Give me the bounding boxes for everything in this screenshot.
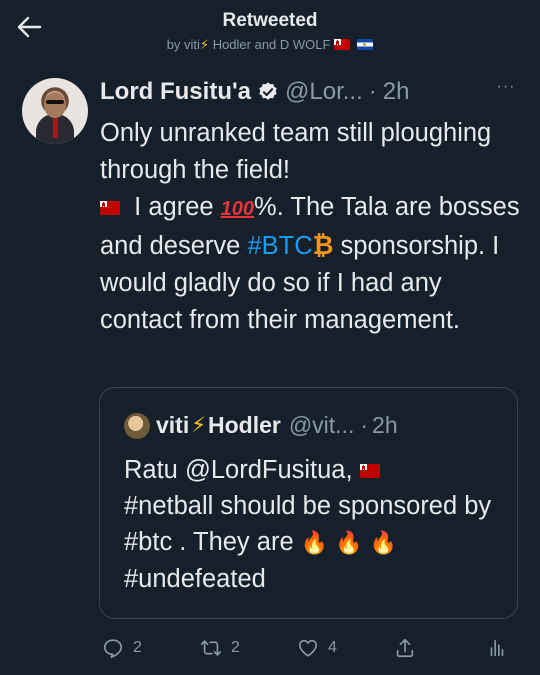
tweet-text-agree: I agree — [134, 193, 214, 221]
like-count: 4 — [328, 639, 337, 656]
retweet-button[interactable]: 2 — [200, 636, 240, 660]
analytics-button[interactable] — [486, 636, 508, 660]
avatar-glasses-shape — [46, 100, 64, 104]
analytics-icon — [490, 639, 504, 657]
heart-icon — [298, 639, 318, 657]
tweet-text-line-1: Only unranked team still ploughing throu… — [100, 119, 492, 184]
lightning-icon: ⚡ — [191, 414, 206, 437]
avatar-tie-shape — [53, 118, 58, 138]
quoted-author-avatar[interactable] — [124, 412, 150, 439]
author-row: Lord Fusitu'a @Lor... · 2h — [100, 76, 520, 108]
top-bar: Retweeted by viti⚡ Hodler and D WOLF — [0, 0, 540, 62]
retweet-icon — [200, 640, 222, 656]
hashtag-undefeated[interactable]: #undefeated — [124, 565, 266, 593]
quoted-tweet[interactable]: viti ⚡ Hodler @vit... · 2h Ratu @LordFus… — [99, 387, 518, 619]
fire-icon: 🔥 — [335, 530, 363, 555]
quoted-author-name[interactable]: viti — [156, 412, 189, 439]
author-avatar[interactable] — [22, 78, 88, 144]
quoted-text-line-1: Ratu @LordFusitua, — [124, 456, 353, 484]
verified-badge-icon — [259, 82, 277, 100]
retweeted-by-prefix: by viti — [166, 37, 200, 52]
reply-button[interactable]: 2 — [102, 636, 142, 660]
tonga-flag-icon — [100, 201, 120, 215]
time-separator: · — [368, 78, 377, 105]
retweeted-by-line[interactable]: by viti⚡ Hodler and D WOLF — [0, 37, 540, 53]
fire-icon: 🔥 — [300, 530, 329, 555]
retweet-count: 2 — [231, 639, 240, 656]
like-button[interactable]: 4 — [297, 636, 337, 660]
author-name[interactable]: Lord Fusitu'a — [100, 78, 251, 106]
bitcoin-icon: ₿ — [312, 232, 334, 260]
tonga-flag-icon — [359, 464, 380, 478]
tweet-time[interactable]: 2h — [383, 78, 410, 106]
quoted-time-separator: · — [360, 412, 369, 438]
page-title: Retweeted — [222, 10, 318, 31]
fire-icon: 🔥 — [369, 530, 398, 555]
tweet-text: Only unranked team still ploughing throu… — [100, 115, 520, 339]
reply-count: 2 — [133, 639, 142, 656]
avatar-head-shape — [44, 92, 66, 118]
more-options-icon[interactable]: ··· — [492, 78, 520, 98]
quoted-tweet-time[interactable]: 2h — [372, 412, 398, 439]
share-button[interactable] — [394, 636, 416, 660]
el-salvador-flag-icon — [357, 39, 374, 50]
retweeted-by-names: Hodler and D WOLF — [212, 37, 331, 52]
quoted-author-handle[interactable]: @vit... — [289, 412, 355, 439]
reply-icon — [103, 639, 123, 658]
hundred-points-icon: 100 — [220, 198, 255, 220]
quoted-tweet-text: Ratu @LordFusitua, #netball should be sp… — [124, 452, 504, 597]
hashtag-btc-link[interactable]: #BTC — [247, 232, 312, 260]
tweet-actions-bar: 2 2 4 — [0, 628, 540, 668]
lightning-icon: ⚡ — [199, 37, 210, 52]
quoted-author-name-2[interactable]: Hodler — [208, 412, 281, 439]
quoted-author-row: viti ⚡ Hodler @vit... · 2h — [124, 412, 398, 439]
share-icon — [396, 638, 414, 658]
tonga-flag-icon — [334, 39, 351, 50]
author-handle[interactable]: @Lor... — [285, 78, 363, 106]
